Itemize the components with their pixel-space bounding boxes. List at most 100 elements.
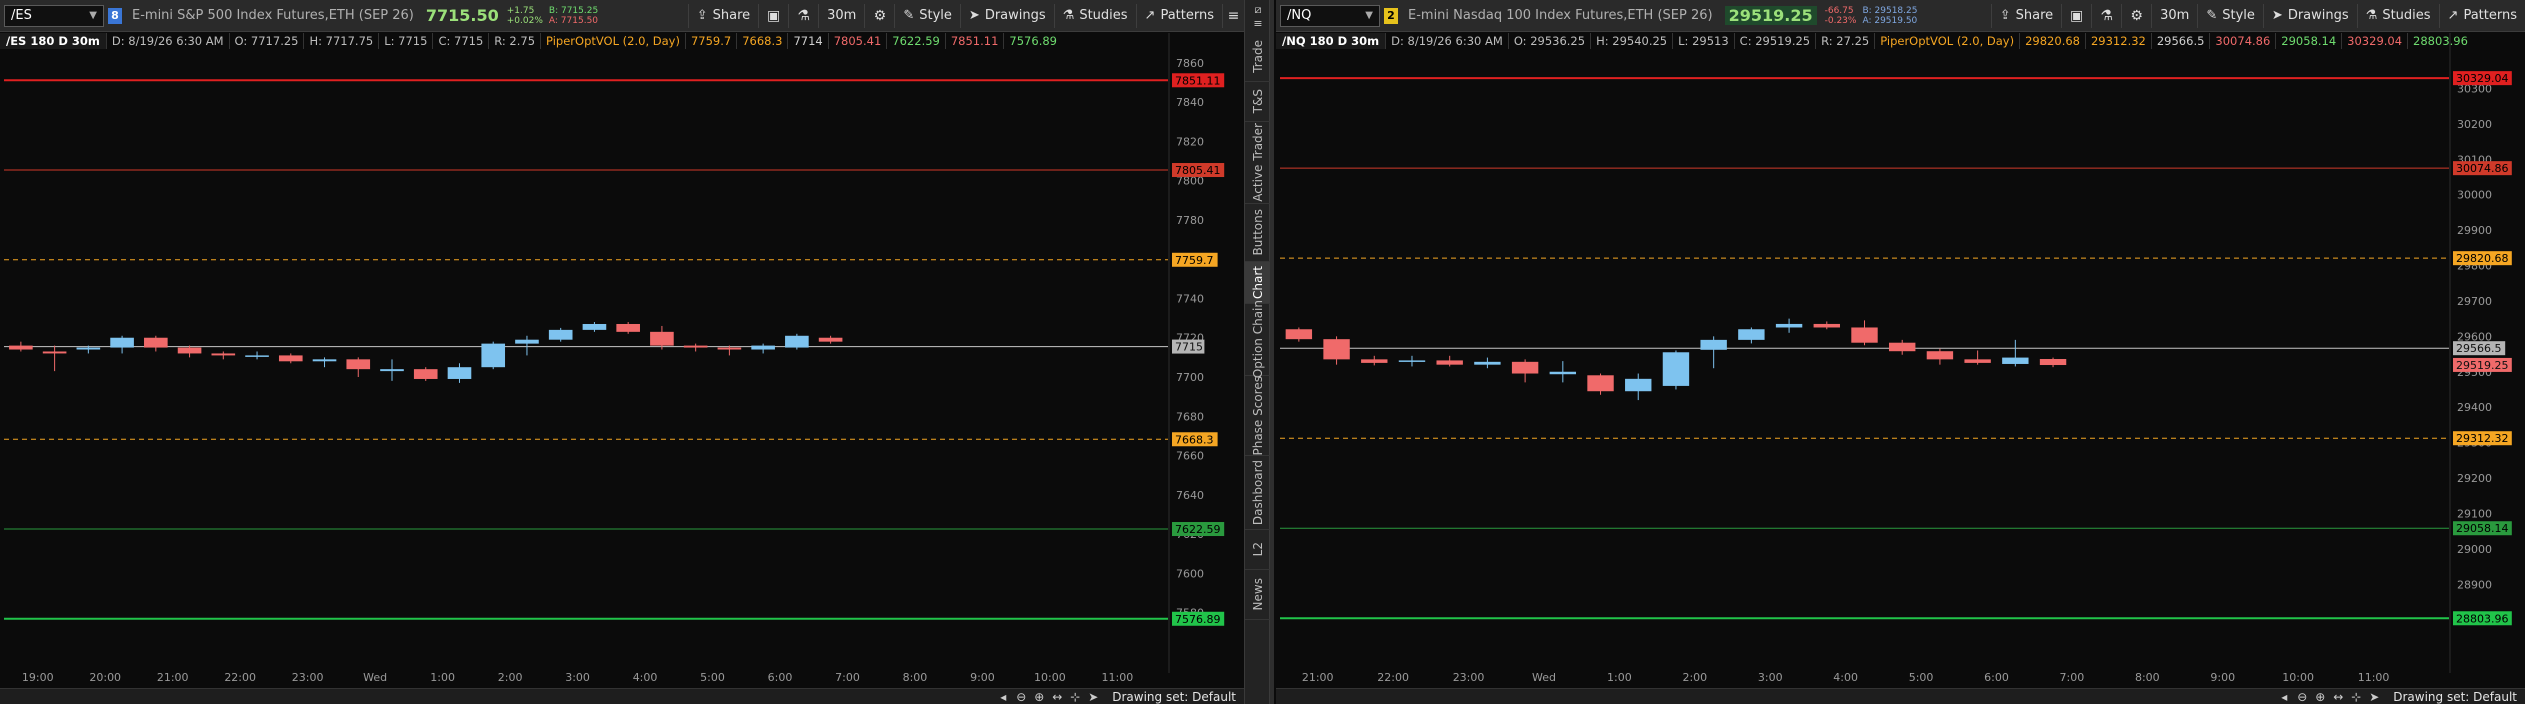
snapshot-button[interactable]: ▣ — [758, 3, 788, 28]
candle-body — [211, 353, 236, 356]
side-tab-phase-scores[interactable]: Phase Scores — [1245, 376, 1271, 456]
share-button[interactable]: ⇪ Share — [1990, 3, 2061, 28]
zoom-in-icon[interactable]: ⊕ — [1030, 690, 1048, 704]
settings-button[interactable]: ⚙ — [2121, 3, 2151, 28]
drawing-set-label[interactable]: Drawing set: Default — [2393, 690, 2517, 704]
candle-body — [144, 337, 168, 348]
pointer-icon[interactable]: ➤ — [2365, 690, 2383, 704]
chevron-down-icon[interactable]: ▼ — [89, 10, 97, 21]
timeframe-button[interactable]: 30m — [2151, 3, 2197, 28]
side-tabs: ⧄ ≡ Trade T&S Active Trader Buttons Chart Opt… — [1244, 0, 1271, 704]
side-tab-news[interactable]: News — [1245, 570, 1271, 620]
level-label: 29312.32 — [2456, 432, 2509, 445]
link-badge[interactable]: 2 — [1384, 7, 1398, 24]
patterns-button[interactable]: ↗ Patterns — [1135, 3, 1222, 28]
plot-area[interactable]: 30300 30200 30100 30000 29900 29800 29700 29600… — [1276, 33, 2525, 688]
chevron-down-icon[interactable]: ▼ — [1365, 10, 1373, 21]
studies-button[interactable]: ⚗ Studies — [2356, 3, 2439, 28]
x-tick-label: 9:00 — [970, 671, 995, 684]
net-change: -66.75 -0.23% — [1825, 6, 1857, 26]
ask-value: A: 29519.50 — [1862, 15, 1918, 26]
candle-body — [650, 331, 674, 346]
candle-body — [380, 369, 404, 372]
style-icon: ✎ — [903, 8, 915, 23]
crosshair-icon[interactable]: ⊹ — [2347, 690, 2365, 704]
bid-ask: B: 29518.25 A: 29519.50 — [1862, 6, 1917, 26]
style-button[interactable]: ✎ Style — [894, 3, 960, 28]
side-tab-buttons[interactable]: Buttons — [1245, 204, 1271, 262]
info-range: R: 2.75 — [488, 33, 540, 49]
side-tab-active-trader[interactable]: Active Trader — [1245, 122, 1271, 204]
style-label: Style — [919, 8, 952, 23]
zoom-out-icon[interactable]: ⊖ — [2293, 690, 2311, 704]
study-info-bar: /NQ 180 D 30m D: 8/19/26 6:30 AM O: 2953… — [1276, 33, 2473, 49]
zoom-in-icon[interactable]: ⊕ — [2311, 690, 2329, 704]
last-price: 29519.25 — [1724, 6, 1817, 25]
pan-icon[interactable]: ↔ — [1048, 690, 1066, 704]
side-tab-t-s[interactable]: T&S — [1245, 82, 1271, 122]
flask-button[interactable]: ⚗ — [788, 3, 818, 28]
chart-toolbar: /NQ ▼ 2 E-mini Nasdaq 100 Index Futures,… — [1276, 0, 2525, 32]
hamburger-icon[interactable]: ≡ — [1253, 17, 1262, 30]
drawings-button[interactable]: ➤ Drawings — [959, 3, 1054, 28]
price-chart-nq[interactable]: 3030030200301003000029900298002970029600… — [1276, 33, 2525, 688]
link-badge[interactable]: 8 — [108, 7, 122, 24]
side-tab-label: News — [1251, 578, 1265, 611]
scroll-left-icon[interactable]: ◂ — [2275, 690, 2293, 704]
y-tick-label: 7700 — [1176, 371, 1204, 384]
side-tab-chart[interactable]: Chart — [1245, 262, 1271, 304]
candle-body — [1926, 351, 1954, 360]
pan-icon[interactable]: ↔ — [2329, 690, 2347, 704]
side-tab-option-chain[interactable]: Option Chain — [1245, 300, 1271, 379]
symbol-input[interactable]: /NQ ▼ — [1280, 4, 1380, 27]
gadget-icon[interactable]: ⧄ — [1255, 3, 1262, 17]
chart-panel-es: /ES ▼ 8 E-mini S&P 500 Index Futures,ETH… — [0, 0, 1244, 704]
info-level-value: 7622.59 — [886, 33, 945, 49]
info-level-value: 7714 — [787, 33, 827, 49]
patterns-button[interactable]: ↗ Patterns — [2438, 3, 2525, 28]
candle-body — [2039, 359, 2067, 366]
pointer-icon[interactable]: ➤ — [1084, 690, 1102, 704]
candle-body — [1813, 323, 1840, 328]
y-tick-label: 7600 — [1176, 567, 1204, 580]
info-level-value: 29058.14 — [2275, 33, 2341, 49]
plot-area[interactable]: 7860784078207800778077607740772077007680… — [0, 33, 1244, 688]
drawing-set-label[interactable]: Drawing set: Default — [1112, 690, 1236, 704]
net-change-value: -66.75 — [1824, 5, 1854, 16]
share-button[interactable]: ⇪ Share — [687, 3, 758, 28]
crosshair-icon[interactable]: ⊹ — [1066, 690, 1084, 704]
menu-icon: ≡ — [1227, 7, 1240, 24]
drawings-button[interactable]: ➤ Drawings — [2262, 3, 2357, 28]
candle-body — [1587, 375, 1614, 392]
panel-divider[interactable] — [1270, 0, 1274, 704]
x-tick-label: 22:00 — [1377, 671, 1409, 684]
camera-icon: ▣ — [2070, 7, 2084, 24]
zoom-out-icon[interactable]: ⊖ — [1012, 690, 1030, 704]
side-tab-trade[interactable]: Trade — [1245, 32, 1271, 82]
settings-button[interactable]: ⚙ — [864, 3, 894, 28]
last-price: 7715.50 — [425, 6, 499, 25]
x-tick-label: 6:00 — [1984, 671, 2009, 684]
scroll-left-icon[interactable]: ◂ — [994, 690, 1012, 704]
price-chart-es[interactable]: 7860784078207800778077607740772077007680… — [0, 33, 1244, 688]
x-tick-label: 7:00 — [2060, 671, 2085, 684]
menu-button[interactable]: ≡ — [1222, 3, 1244, 28]
share-icon: ⇪ — [1999, 8, 2011, 23]
style-button[interactable]: ✎ Style — [2197, 3, 2263, 28]
flask-button[interactable]: ⚗ — [2091, 3, 2121, 28]
gear-icon: ⚙ — [873, 7, 887, 24]
snapshot-button[interactable]: ▣ — [2061, 3, 2091, 28]
info-level-value: 7576.89 — [1003, 33, 1062, 49]
timeframe-button[interactable]: 30m — [818, 3, 864, 28]
symbol-input[interactable]: /ES ▼ — [4, 4, 104, 27]
candle-body — [1775, 323, 1803, 328]
candle-body — [481, 343, 506, 368]
side-tab-dashboard[interactable]: Dashboard — [1245, 456, 1271, 530]
info-open: O: 29536.25 — [1507, 33, 1590, 49]
timeframe-label: 30m — [827, 8, 857, 23]
net-change-percent: -0.23% — [1824, 15, 1857, 26]
patterns-label: Patterns — [1160, 8, 1214, 23]
side-tab-l2[interactable]: L2 — [1245, 530, 1271, 570]
studies-button[interactable]: ⚗ Studies — [1053, 3, 1136, 28]
info-level-value: 29566.5 — [2150, 33, 2210, 49]
